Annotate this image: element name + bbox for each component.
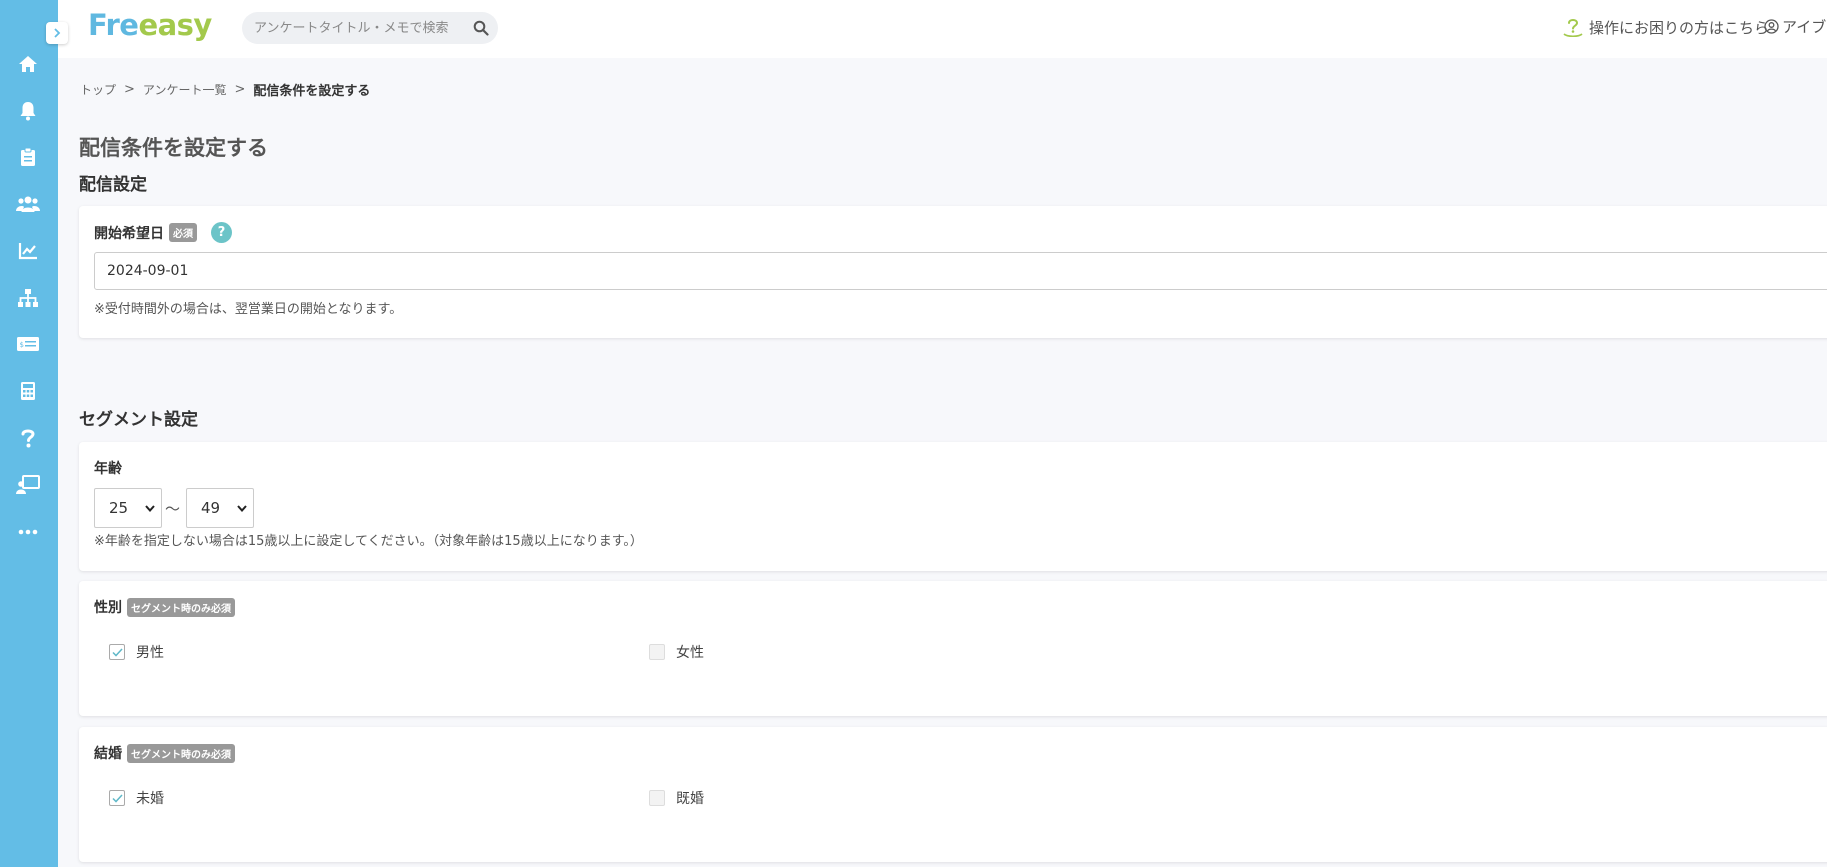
- check-icon: [111, 793, 123, 803]
- age-note: ※年齢を指定しない場合は15歳以上に設定してください。（対象年齢は15歳以上にな…: [94, 534, 643, 549]
- help-person-icon: [1563, 19, 1583, 38]
- gender-female-label: 女性: [676, 645, 704, 661]
- marriage-single-checkbox[interactable]: 未婚: [109, 788, 164, 808]
- user-circle-icon: [1764, 19, 1779, 34]
- gender-label: 性別 セグメント時のみ必須: [94, 597, 235, 617]
- checkbox-checked[interactable]: [109, 790, 125, 806]
- age-to-select[interactable]: 49: [186, 488, 254, 528]
- segment-required-badge: セグメント時のみ必須: [127, 743, 235, 763]
- chevron-right-icon: [54, 28, 61, 38]
- required-badge: 必須: [169, 223, 197, 242]
- age-label: 年齢: [94, 461, 122, 477]
- start-date-input[interactable]: [94, 252, 1827, 290]
- search-bar: [242, 12, 498, 44]
- age-card: 年齢 25 ～ 49 ※年齢を指定しない場合は15歳以上に設定してください。（対…: [79, 442, 1827, 571]
- breadcrumb-top[interactable]: トップ: [80, 81, 116, 98]
- price-card-icon[interactable]: $: [14, 330, 42, 358]
- checkbox-unchecked[interactable]: [649, 644, 665, 660]
- breadcrumb: トップ > アンケート一覧 > 配信条件を設定する: [80, 80, 370, 99]
- svg-text:$: $: [20, 341, 24, 349]
- delivery-section-title: 配信設定: [79, 175, 147, 195]
- breadcrumb-separator: >: [234, 82, 246, 97]
- marriage-label: 結婚 セグメント時のみ必須: [94, 743, 235, 763]
- marriage-card: 結婚 セグメント時のみ必須 未婚 既婚: [79, 727, 1827, 862]
- help-question-icon[interactable]: ?: [211, 222, 232, 243]
- start-date-note: ※受付時間外の場合は、翌営業日の開始となります。: [94, 302, 403, 317]
- bell-icon[interactable]: [14, 97, 42, 125]
- home-icon[interactable]: [14, 50, 42, 78]
- gender-label-text: 性別: [94, 600, 122, 616]
- segment-section-title: セグメント設定: [79, 410, 198, 430]
- sidebar: $: [0, 0, 58, 867]
- start-date-label-text: 開始希望日: [94, 225, 164, 242]
- age-range-tilde: ～: [165, 500, 181, 518]
- sitemap-icon[interactable]: [14, 284, 42, 312]
- marriage-married-label: 既婚: [676, 791, 704, 807]
- breadcrumb-survey-list[interactable]: アンケート一覧: [143, 81, 227, 98]
- search-input[interactable]: [242, 12, 452, 44]
- users-icon[interactable]: [14, 190, 42, 218]
- gender-card: 性別 セグメント時のみ必須 男性 女性: [79, 581, 1827, 716]
- chevron-down-icon: [145, 504, 155, 512]
- start-date-label: 開始希望日 必須 ?: [94, 222, 232, 243]
- help-link[interactable]: 操作にお困りの方はこちら: [1562, 16, 1769, 38]
- chart-icon[interactable]: [14, 237, 42, 265]
- presentation-icon[interactable]: [14, 471, 42, 499]
- marriage-label-text: 結婚: [94, 746, 122, 762]
- header: Freeasy 操作にお困りの方はこちら アイブ: [58, 0, 1827, 58]
- logo[interactable]: Freeasy: [88, 8, 212, 42]
- start-date-card: 開始希望日 必須 ? ※受付時間外の場合は、翌営業日の開始となります。: [79, 206, 1827, 338]
- question-icon[interactable]: [14, 424, 42, 452]
- breadcrumb-current: 配信条件を設定する: [253, 84, 371, 99]
- marriage-single-label: 未婚: [136, 791, 164, 807]
- user-menu[interactable]: アイブ: [1764, 16, 1826, 37]
- more-icon[interactable]: [14, 518, 42, 546]
- breadcrumb-separator: >: [124, 82, 135, 97]
- gender-female-checkbox[interactable]: 女性: [649, 642, 704, 662]
- age-to-value: 49: [201, 499, 221, 517]
- age-from-select[interactable]: 25: [94, 488, 162, 528]
- segment-required-badge: セグメント時のみ必須: [127, 597, 235, 617]
- page-title: 配信条件を設定する: [79, 136, 268, 160]
- sidebar-expand-button[interactable]: [46, 22, 68, 44]
- calculator-icon[interactable]: [14, 377, 42, 405]
- help-link-text: 操作にお困りの方はこちら: [1589, 18, 1770, 37]
- search-icon[interactable]: [473, 20, 489, 36]
- checkbox-unchecked[interactable]: [649, 790, 665, 806]
- age-from-value: 25: [109, 499, 129, 517]
- chevron-down-icon: [237, 504, 247, 512]
- gender-male-label: 男性: [136, 645, 164, 661]
- clipboard-icon[interactable]: [14, 143, 42, 171]
- checkbox-checked[interactable]: [109, 644, 125, 660]
- marriage-married-checkbox[interactable]: 既婚: [649, 788, 704, 808]
- check-icon: [111, 647, 123, 657]
- gender-male-checkbox[interactable]: 男性: [109, 642, 164, 662]
- user-name: アイブ: [1782, 18, 1827, 36]
